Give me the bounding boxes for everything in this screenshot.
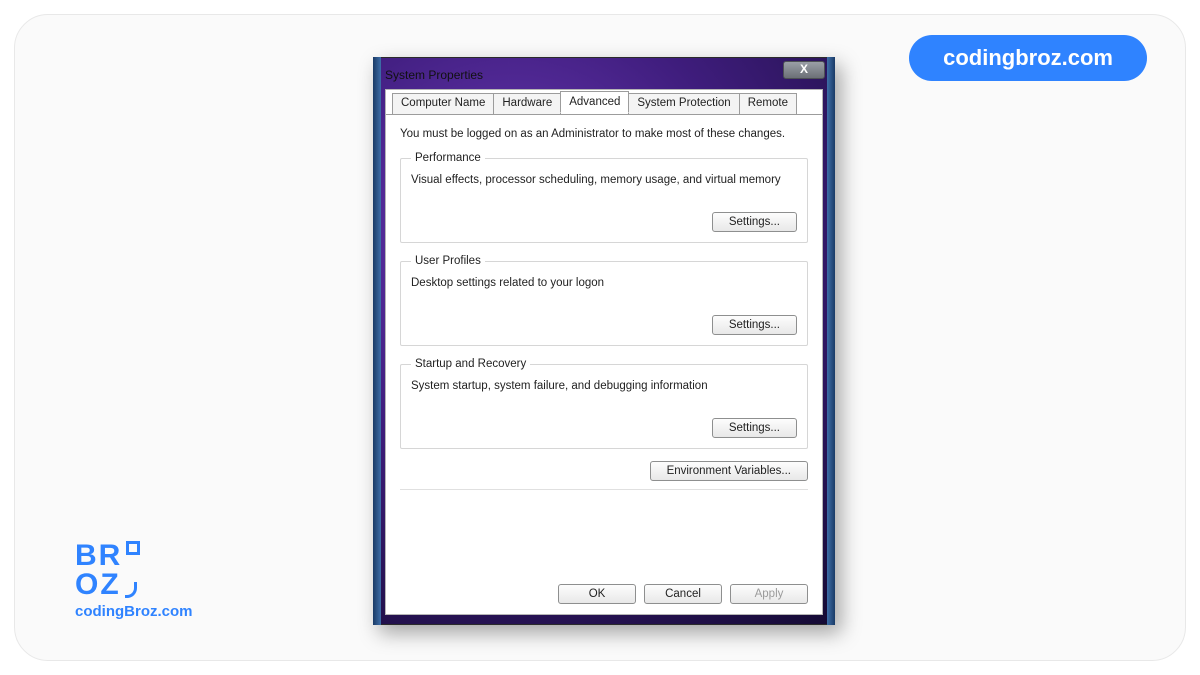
user-profiles-group: User Profiles Desktop settings related t… xyxy=(400,255,808,346)
page-card: codingbroz.com BR OZ codingBroz.com Syst… xyxy=(14,14,1186,661)
tab-system-protection[interactable]: System Protection xyxy=(628,93,739,115)
startup-recovery-settings-button[interactable]: Settings... xyxy=(712,418,797,438)
performance-settings-button[interactable]: Settings... xyxy=(712,212,797,232)
user-profiles-desc: Desktop settings related to your logon xyxy=(411,277,797,289)
apply-button[interactable]: Apply xyxy=(730,584,808,604)
tab-hardware[interactable]: Hardware xyxy=(493,93,561,115)
environment-variables-button[interactable]: Environment Variables... xyxy=(650,461,808,481)
user-profiles-settings-button[interactable]: Settings... xyxy=(712,315,797,335)
cancel-button[interactable]: Cancel xyxy=(644,584,722,604)
tab-computer-name[interactable]: Computer Name xyxy=(392,93,494,115)
tab-content-advanced: You must be logged on as an Administrato… xyxy=(400,128,808,604)
admin-warning-text: You must be logged on as an Administrato… xyxy=(400,128,808,140)
close-button[interactable]: X xyxy=(783,61,825,79)
dialog-panel: Computer Name Hardware Advanced System P… xyxy=(385,89,823,615)
ok-button[interactable]: OK xyxy=(558,584,636,604)
separator xyxy=(400,489,808,490)
dialog-button-row: OK Cancel Apply xyxy=(558,584,808,604)
close-icon: X xyxy=(800,62,808,76)
performance-desc: Visual effects, processor scheduling, me… xyxy=(411,174,797,186)
dialog-titlebar[interactable]: System Properties xyxy=(381,63,827,87)
performance-legend: Performance xyxy=(411,152,485,164)
startup-recovery-desc: System startup, system failure, and debu… xyxy=(411,380,797,392)
performance-group: Performance Visual effects, processor sc… xyxy=(400,152,808,243)
startup-recovery-legend: Startup and Recovery xyxy=(411,358,530,370)
site-badge: codingbroz.com xyxy=(909,35,1147,81)
startup-recovery-group: Startup and Recovery System startup, sys… xyxy=(400,358,808,449)
tabstrip: Computer Name Hardware Advanced System P… xyxy=(392,89,796,111)
tab-remote[interactable]: Remote xyxy=(739,93,797,115)
user-profiles-legend: User Profiles xyxy=(411,255,485,267)
system-properties-dialog: System Properties X Computer Name Hardwa… xyxy=(373,57,835,625)
dialog-title: System Properties xyxy=(385,68,483,82)
tab-advanced[interactable]: Advanced xyxy=(560,91,629,113)
site-logo: BR OZ codingBroz.com xyxy=(75,542,193,620)
